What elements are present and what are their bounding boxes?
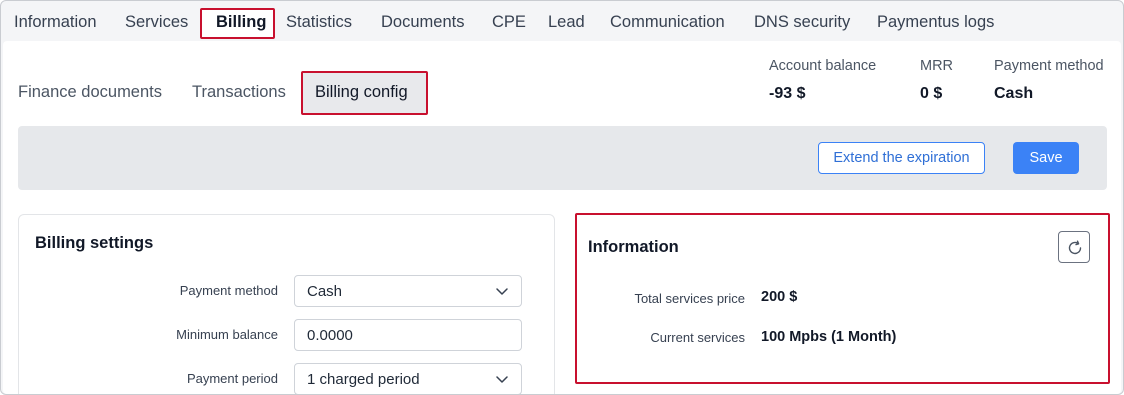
- refresh-button[interactable]: [1058, 231, 1090, 263]
- minimum-balance-value: 0.0000: [307, 327, 353, 344]
- payment-period-select[interactable]: 1 charged period: [294, 363, 522, 394]
- payment-period-field-label: Payment period: [186, 371, 278, 386]
- mrr-value: 0 $: [920, 85, 943, 102]
- billing-page: Information Services Billing Statistics …: [0, 0, 1124, 395]
- total-services-price-value: 200 $: [761, 289, 798, 305]
- total-services-price-label: Total services price: [634, 291, 745, 306]
- chevron-down-icon: [496, 376, 508, 383]
- minimum-balance-field-label: Minimum balance: [176, 327, 278, 342]
- account-balance-label: Account balance: [769, 58, 877, 74]
- tab-cpe[interactable]: CPE: [492, 13, 526, 32]
- tab-lead[interactable]: Lead: [548, 13, 585, 32]
- tab-billing[interactable]: Billing: [216, 13, 266, 32]
- current-services-value: 100 Mpbs (1 Month): [761, 329, 897, 345]
- tab-services[interactable]: Services: [125, 13, 188, 32]
- subtab-finance-documents[interactable]: Finance documents: [18, 83, 162, 102]
- chevron-down-icon: [496, 288, 508, 295]
- tab-documents[interactable]: Documents: [381, 13, 464, 32]
- subtab-billing-config[interactable]: Billing config: [315, 83, 408, 102]
- current-services-label: Current services: [650, 330, 745, 345]
- tab-information[interactable]: Information: [14, 13, 97, 32]
- account-balance-value: -93 $: [769, 85, 806, 102]
- subtab-transactions[interactable]: Transactions: [192, 83, 286, 102]
- save-button[interactable]: Save: [1013, 142, 1079, 174]
- payment-method-label: Payment method: [994, 58, 1104, 74]
- tab-paymentus-logs[interactable]: Paymentus logs: [877, 13, 994, 32]
- extend-expiration-button[interactable]: Extend the expiration: [818, 142, 985, 174]
- information-title: Information: [588, 238, 679, 256]
- top-tab-bar: Information Services Billing Statistics …: [1, 1, 1123, 41]
- payment-method-select[interactable]: Cash: [294, 275, 522, 307]
- tab-dns-security[interactable]: DNS security: [754, 13, 850, 32]
- tab-communication[interactable]: Communication: [610, 13, 725, 32]
- billing-settings-title: Billing settings: [35, 234, 154, 252]
- mrr-label: MRR: [920, 58, 954, 74]
- payment-method-selected: Cash: [307, 283, 343, 300]
- payment-period-selected: 1 charged period: [307, 371, 420, 388]
- refresh-icon: [1068, 240, 1082, 255]
- minimum-balance-input[interactable]: 0.0000: [294, 319, 522, 351]
- payment-method-value: Cash: [994, 85, 1034, 102]
- tab-statistics[interactable]: Statistics: [286, 13, 352, 32]
- payment-method-field-label: Payment method: [179, 283, 278, 298]
